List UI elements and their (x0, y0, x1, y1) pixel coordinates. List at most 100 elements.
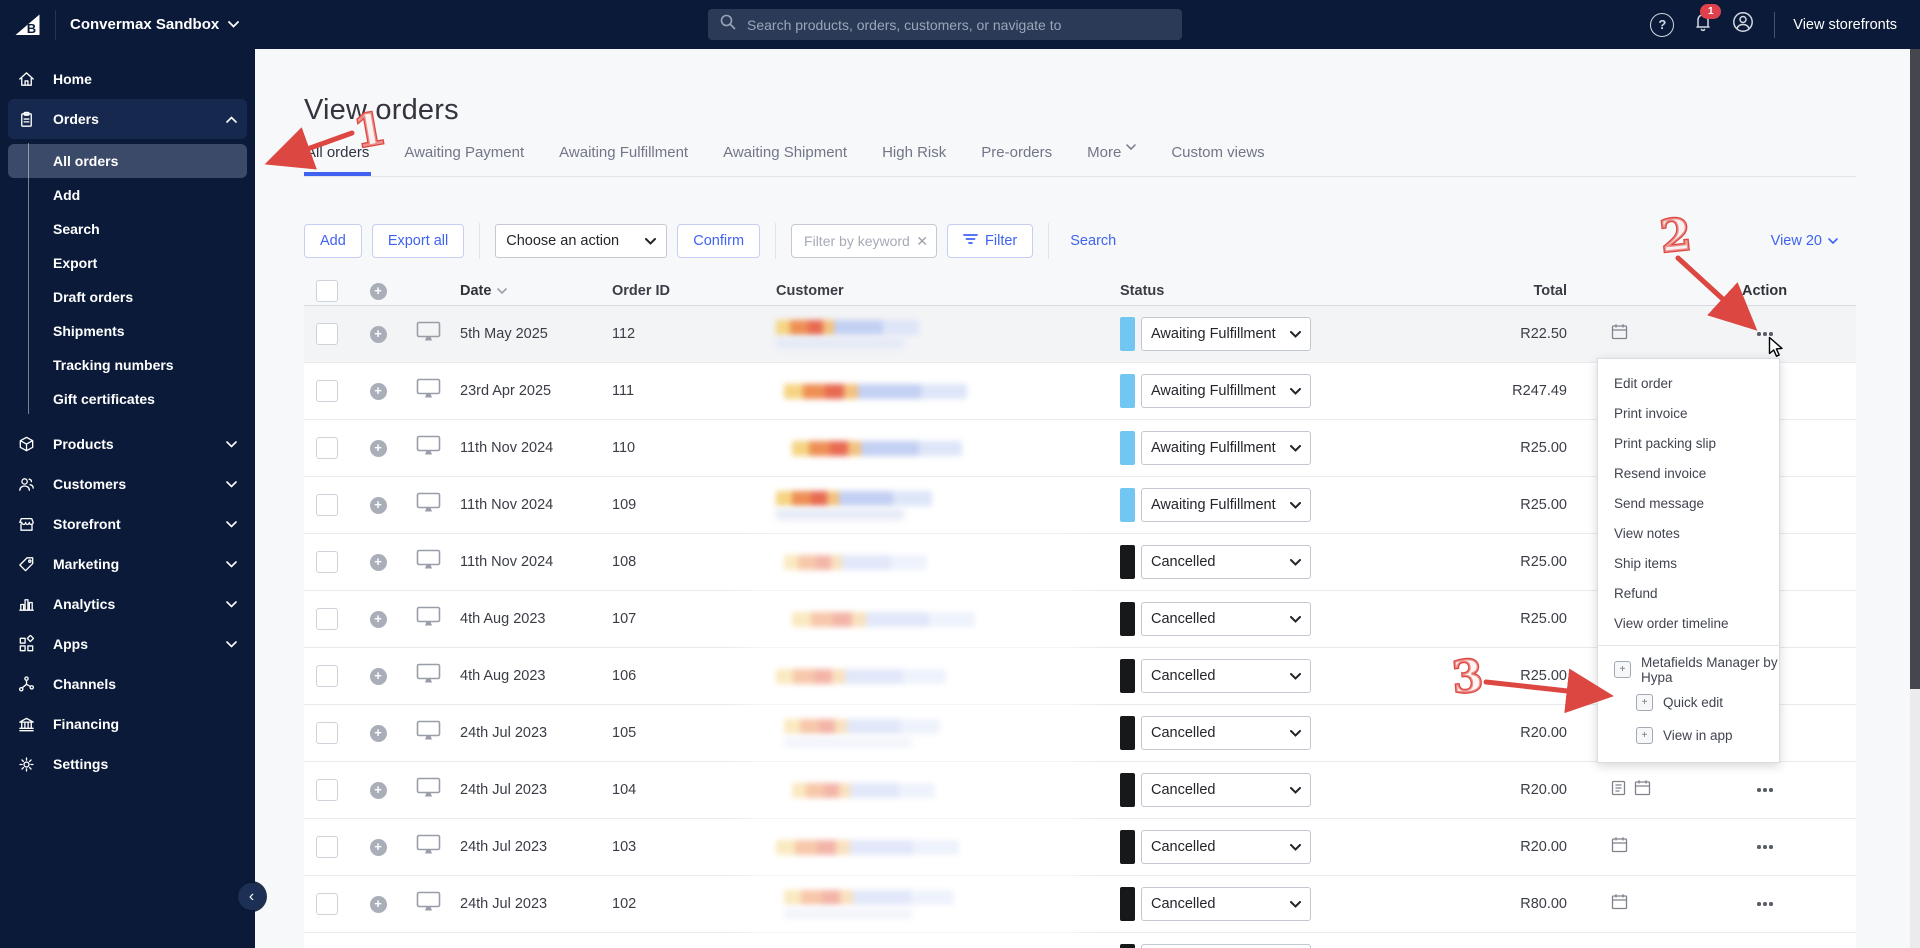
account-button[interactable] (1732, 11, 1754, 38)
sidebar-item-draft-orders[interactable]: Draft orders (8, 280, 247, 314)
row-checkbox[interactable] (316, 437, 338, 459)
calendar-icon[interactable] (1611, 323, 1628, 345)
menu-item-view-in-app[interactable]: + View in app (1598, 719, 1779, 752)
row-checkbox[interactable] (316, 380, 338, 402)
menu-item-ship-items[interactable]: Ship items (1598, 548, 1779, 578)
sidebar-item-search[interactable]: Search (8, 212, 247, 246)
row-actions-button[interactable] (1750, 779, 1780, 801)
sidebar-item-storefront[interactable]: Storefront (8, 504, 247, 544)
row-checkbox[interactable] (316, 779, 338, 801)
row-actions-button[interactable] (1750, 836, 1780, 858)
menu-item-edit-order[interactable]: Edit order (1598, 368, 1779, 398)
global-search-input[interactable] (745, 15, 1170, 34)
menu-item-send-message[interactable]: Send message (1598, 488, 1779, 518)
status-select[interactable]: Awaiting Fulfillment (1141, 431, 1311, 465)
sidebar-item-all-orders[interactable]: All orders (8, 144, 247, 178)
global-search[interactable] (708, 9, 1182, 40)
sidebar-item-tracking-numbers[interactable]: Tracking numbers (8, 348, 247, 382)
store-switcher[interactable]: Convermax Sandbox (70, 16, 240, 33)
calendar-icon[interactable] (1611, 893, 1628, 915)
row-checkbox[interactable] (316, 608, 338, 630)
menu-item-view-order-timeline[interactable]: View order timeline (1598, 608, 1779, 638)
scrollbar-thumb[interactable] (1910, 49, 1920, 689)
sidebar-item-shipments[interactable]: Shipments (8, 314, 247, 348)
sidebar-item-products[interactable]: Products (8, 424, 247, 464)
help-button[interactable]: ? (1650, 12, 1675, 37)
expand-row-icon[interactable]: + (369, 781, 387, 799)
view-storefronts-link[interactable]: View storefronts (1793, 17, 1897, 33)
status-select[interactable]: Awaiting Fulfillment (1141, 317, 1311, 351)
calendar-icon[interactable] (1634, 779, 1651, 801)
expand-row-icon[interactable]: + (369, 496, 387, 514)
status-select[interactable]: Awaiting Fulfillment (1141, 488, 1311, 522)
tab-high-risk[interactable]: High Risk (880, 137, 948, 176)
keyword-filter-field[interactable]: ✕ (791, 224, 938, 258)
expand-row-icon[interactable]: + (369, 895, 387, 913)
row-actions-button[interactable] (1750, 893, 1780, 915)
menu-item-print-packing-slip[interactable]: Print packing slip (1598, 428, 1779, 458)
clear-filter-icon[interactable]: ✕ (916, 233, 928, 250)
sidebar-item-home[interactable]: Home (8, 59, 247, 99)
status-select[interactable]: Cancelled (1141, 944, 1311, 948)
view-count-select[interactable]: View 20 (1771, 223, 1838, 259)
tab-awaiting-payment[interactable]: Awaiting Payment (402, 137, 526, 176)
menu-item-refund[interactable]: Refund (1598, 578, 1779, 608)
status-select[interactable]: Cancelled (1141, 659, 1311, 693)
date-header[interactable]: Date (460, 283, 491, 299)
status-select[interactable]: Cancelled (1141, 773, 1311, 807)
menu-item-quick-edit[interactable]: + Quick edit (1598, 686, 1779, 719)
menu-item-print-invoice[interactable]: Print invoice (1598, 398, 1779, 428)
tab-custom-views[interactable]: Custom views (1169, 137, 1266, 176)
menu-item-resend-invoice[interactable]: Resend invoice (1598, 458, 1779, 488)
row-checkbox[interactable] (316, 893, 338, 915)
select-all-checkbox[interactable] (316, 280, 338, 302)
status-select[interactable]: Cancelled (1141, 830, 1311, 864)
status-select[interactable]: Cancelled (1141, 716, 1311, 750)
expand-row-icon[interactable]: + (369, 553, 387, 571)
sidebar-item-gift-certificates[interactable]: Gift certificates (8, 382, 247, 416)
row-actions-button[interactable] (1750, 323, 1780, 345)
expand-row-icon[interactable]: + (369, 439, 387, 457)
sidebar-item-settings[interactable]: Settings (8, 744, 247, 784)
bulk-action-select[interactable]: Choose an action (495, 224, 668, 258)
tab-awaiting-fulfillment[interactable]: Awaiting Fulfillment (557, 137, 690, 176)
notes-icon[interactable] (1611, 779, 1626, 801)
row-checkbox[interactable] (316, 551, 338, 573)
expand-row-icon[interactable]: + (369, 724, 387, 742)
status-select[interactable]: Cancelled (1141, 602, 1311, 636)
menu-item-view-notes[interactable]: View notes (1598, 518, 1779, 548)
expand-row-icon[interactable]: + (369, 382, 387, 400)
status-select[interactable]: Cancelled (1141, 887, 1311, 921)
row-checkbox[interactable] (316, 323, 338, 345)
sidebar-item-analytics[interactable]: Analytics (8, 584, 247, 624)
expand-row-icon[interactable]: + (369, 610, 387, 628)
sidebar-item-add[interactable]: Add (8, 178, 247, 212)
sidebar-item-orders[interactable]: Orders (8, 99, 247, 139)
row-checkbox[interactable] (316, 722, 338, 744)
tab-all-orders[interactable]: All orders (304, 137, 372, 176)
status-select[interactable]: Cancelled (1141, 545, 1311, 579)
expand-all-icon[interactable]: + (369, 282, 387, 300)
row-checkbox[interactable] (316, 665, 338, 687)
sidebar-item-channels[interactable]: Channels (8, 664, 247, 704)
sidebar-item-export[interactable]: Export (8, 246, 247, 280)
notifications-button[interactable]: 1 (1693, 4, 1722, 38)
calendar-icon[interactable] (1611, 836, 1628, 858)
tab-more[interactable]: More (1085, 137, 1138, 176)
sidebar-item-apps[interactable]: Apps (8, 624, 247, 664)
sidebar-item-marketing[interactable]: Marketing (8, 544, 247, 584)
confirm-button[interactable]: Confirm (677, 224, 761, 258)
tab-awaiting-shipment[interactable]: Awaiting Shipment (721, 137, 849, 176)
sidebar-item-financing[interactable]: Financing (8, 704, 247, 744)
search-link[interactable]: Search (1064, 232, 1122, 250)
sidebar-collapse-button[interactable]: ‹ (238, 883, 265, 910)
keyword-filter-input[interactable] (802, 232, 913, 250)
filter-button[interactable]: Filter (947, 224, 1034, 258)
row-checkbox[interactable] (316, 494, 338, 516)
expand-row-icon[interactable]: + (369, 325, 387, 343)
menu-item-metafields-manager-by-hypa[interactable]: + Metafields Manager by Hypa (1598, 653, 1779, 686)
expand-row-icon[interactable]: + (369, 838, 387, 856)
expand-row-icon[interactable]: + (369, 667, 387, 685)
row-checkbox[interactable] (316, 836, 338, 858)
status-select[interactable]: Awaiting Fulfillment (1141, 374, 1311, 408)
